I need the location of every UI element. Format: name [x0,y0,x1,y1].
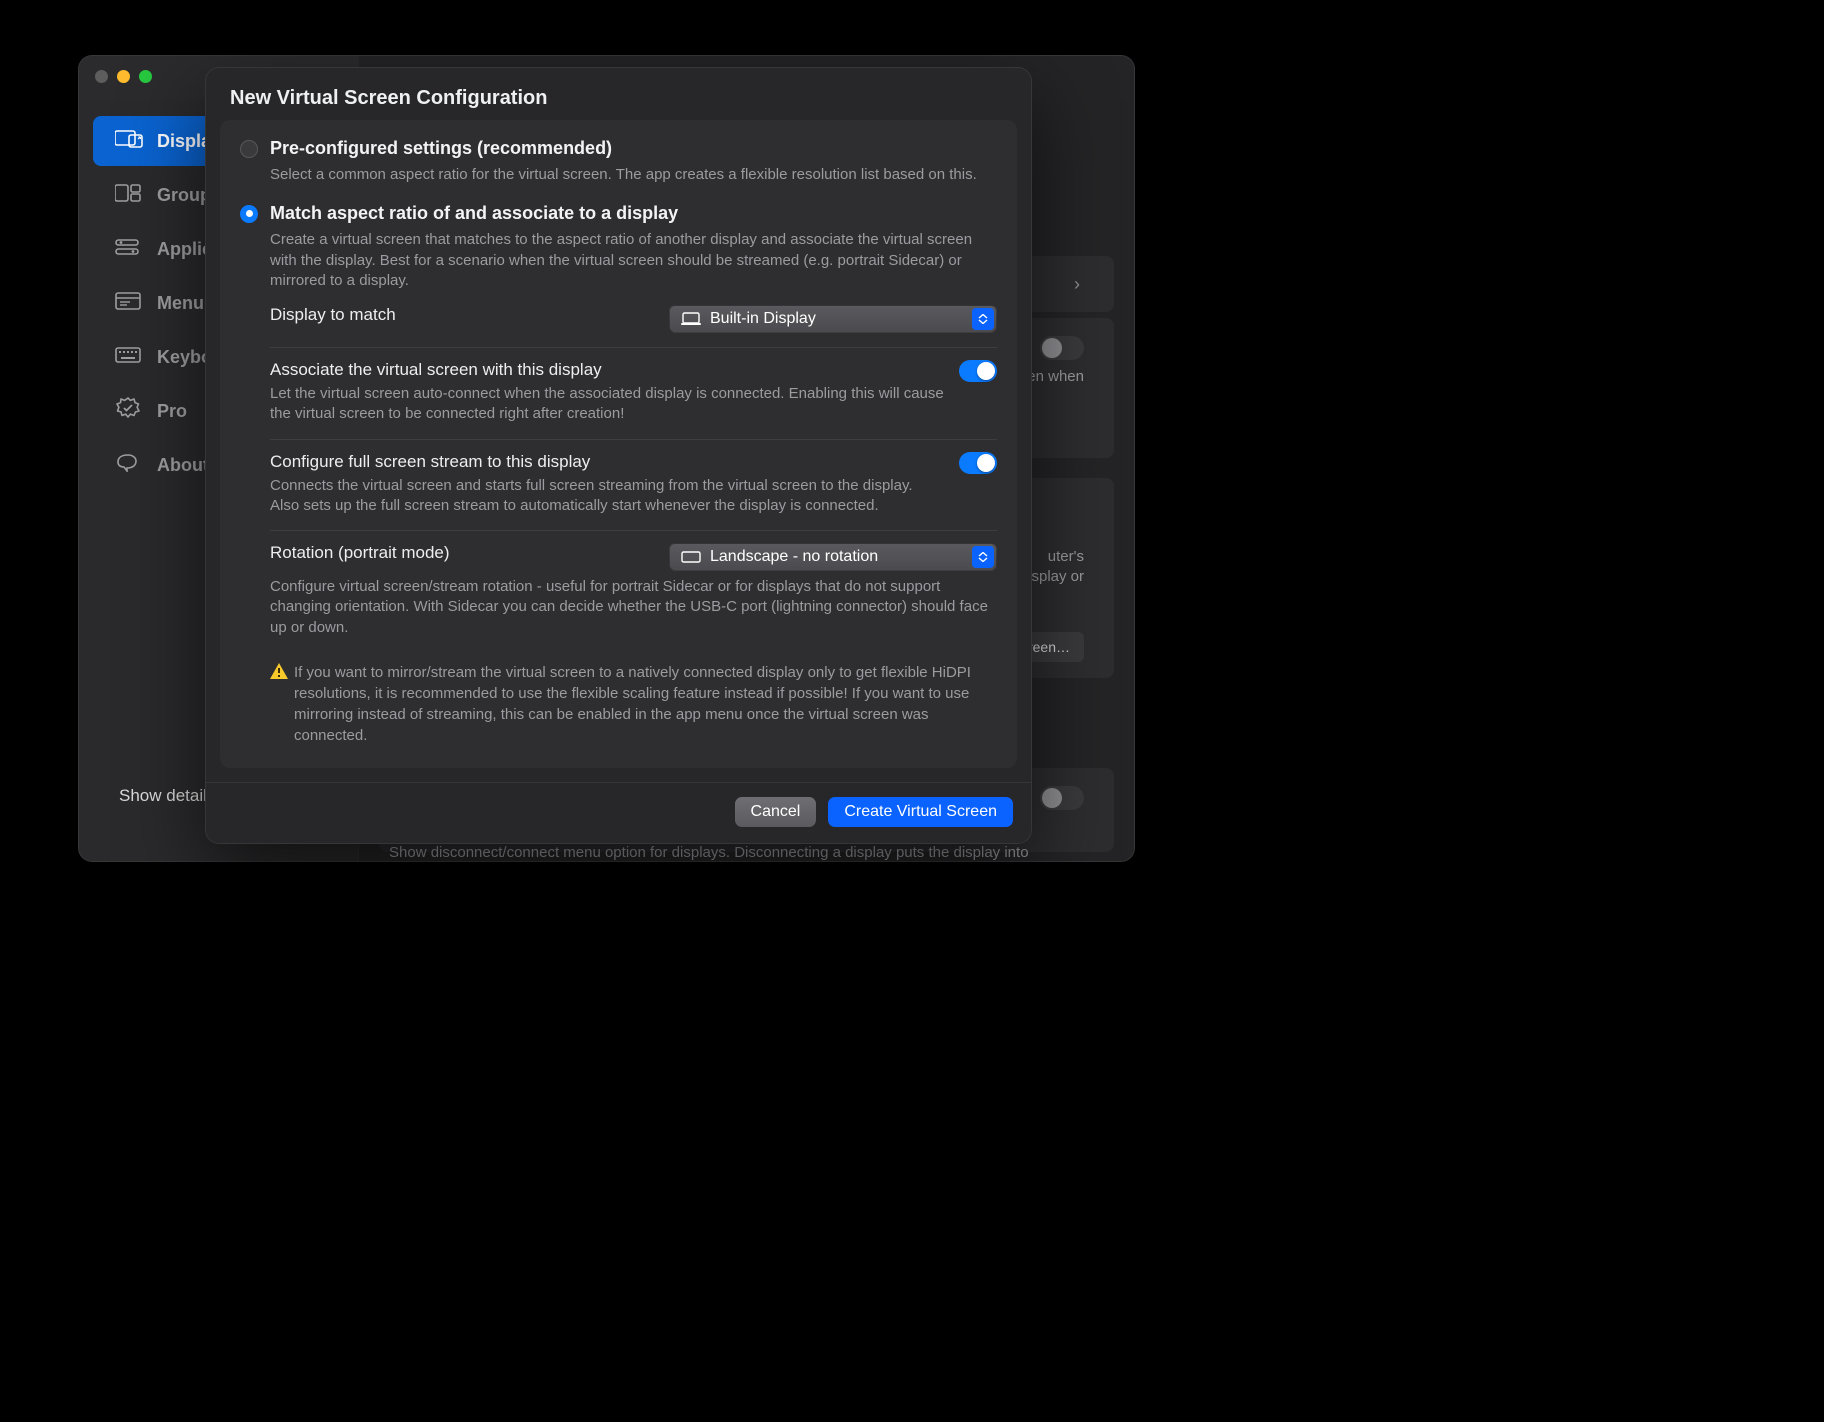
cancel-button[interactable]: Cancel [735,797,817,827]
stream-toggle[interactable] [959,452,997,474]
sheet-footer: Cancel Create Virtual Screen [206,782,1031,843]
rotation-title: Rotation (portrait mode) [270,543,655,563]
about-icon [115,454,141,477]
radio-preconfigured[interactable] [240,140,258,158]
sidebar-item-label: Pro [157,401,187,422]
warning-block: If you want to mirror/stream the virtual… [270,662,997,746]
bg-text-c2: isplay or [1028,568,1084,585]
row-rotation: Rotation (portrait mode) Landscape - no … [270,530,997,571]
bg-text-c1: uter's [1048,548,1084,565]
minimize-icon[interactable] [117,70,130,83]
rotation-value: Landscape - no rotation [710,548,878,566]
close-icon[interactable] [95,70,108,83]
apps-icon [115,238,141,261]
bg-toggle-1[interactable] [1040,336,1084,360]
create-virtual-screen-button[interactable]: Create Virtual Screen [828,797,1013,827]
row-display-to-match: Display to match Built-in Display [270,305,997,333]
pro-icon [115,397,141,426]
sheet-title: New Virtual Screen Configuration [206,68,1031,120]
option-match-display-sub: Create a virtual screen that matches to … [270,230,997,291]
displays-icon [115,129,141,154]
menu-icon [115,292,141,315]
warning-icon [270,663,288,746]
associate-sub: Let the virtual screen auto-connect when… [270,384,945,425]
sidebar-item-label: About [157,455,209,476]
laptop-icon [680,311,702,327]
rotation-sub: Configure virtual screen/stream rotation… [270,577,997,638]
show-details-link[interactable]: Show details [119,786,215,806]
radio-match-display[interactable] [240,205,258,223]
row-stream: Configure full screen stream to this dis… [270,439,997,517]
associate-title: Associate the virtual screen with this d… [270,360,945,380]
stream-sub: Connects the virtual screen and starts f… [270,476,945,517]
option-match-display-radio-row[interactable]: Match aspect ratio of and associate to a… [240,203,997,224]
option-match-display: Match aspect ratio of and associate to a… [240,203,997,746]
keyboard-icon [115,347,141,368]
stream-title: Configure full screen stream to this dis… [270,452,945,472]
option-preconfigured-title: Pre-configured settings (recommended) [270,138,612,159]
option-preconfigured: Pre-configured settings (recommended) Se… [240,138,997,185]
bg-disconnect-text: Show disconnect/connect menu option for … [389,843,1114,861]
display-to-match-label: Display to match [270,305,655,325]
traffic-lights [95,70,152,83]
rotation-dropdown[interactable]: Landscape - no rotation [669,543,997,571]
warning-text: If you want to mirror/stream the virtual… [294,662,997,746]
maximize-icon[interactable] [139,70,152,83]
sheet-body: Pre-configured settings (recommended) Se… [220,120,1017,768]
option-preconfigured-sub: Select a common aspect ratio for the vir… [270,165,997,185]
chevron-up-down-icon [972,308,994,330]
associate-toggle[interactable] [959,360,997,382]
display-to-match-dropdown[interactable]: Built-in Display [669,305,997,333]
chevron-up-down-icon [972,546,994,568]
chevron-right-icon: › [1074,274,1080,295]
option-preconfigured-radio-row[interactable]: Pre-configured settings (recommended) [240,138,997,159]
new-virtual-screen-sheet: New Virtual Screen Configuration Pre-con… [205,67,1032,844]
display-to-match-value: Built-in Display [710,310,816,328]
row-associate: Associate the virtual screen with this d… [270,347,997,425]
bg-toggle-2[interactable] [1040,786,1084,810]
group-icon [115,183,141,208]
option-match-display-title: Match aspect ratio of and associate to a… [270,203,678,224]
landscape-icon [680,549,702,565]
